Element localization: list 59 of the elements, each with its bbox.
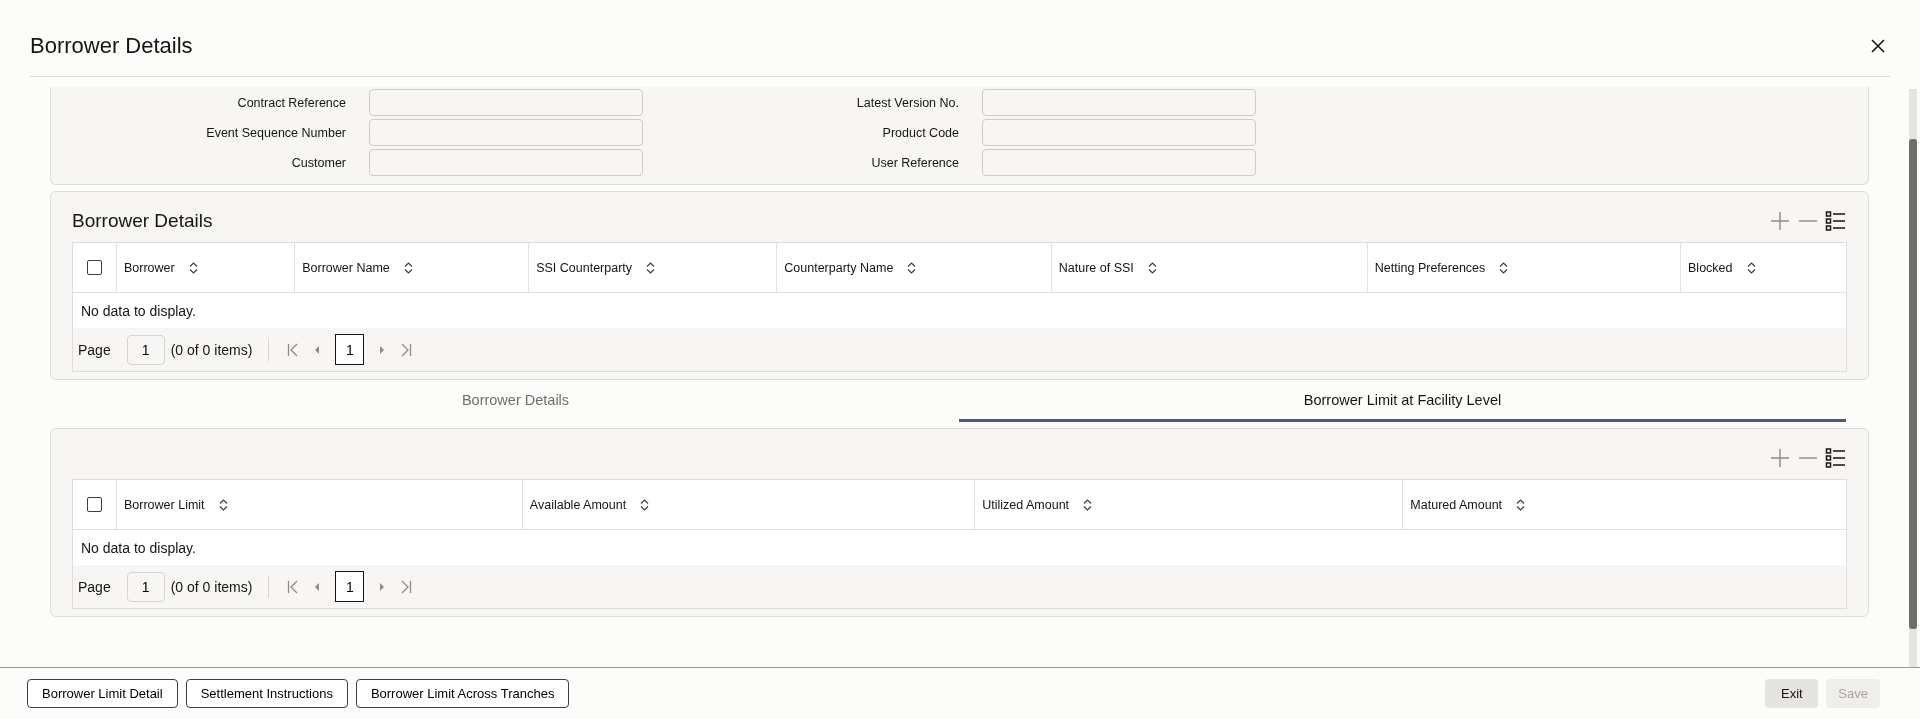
select-all-checkbox[interactable] (87, 497, 102, 512)
text-field[interactable] (369, 89, 643, 116)
column-header[interactable]: Utilized Amount (982, 497, 1070, 512)
text-field[interactable] (982, 89, 1256, 116)
sort-icon[interactable] (1516, 498, 1526, 511)
section-title: Borrower Details (72, 210, 213, 232)
column-header[interactable]: Borrower Limit (124, 497, 205, 512)
item-count: (0 of 0 items) (170, 578, 253, 595)
sort-icon[interactable] (403, 261, 413, 274)
action-button[interactable]: Borrower Limit Across Tranches (355, 679, 570, 708)
column-header[interactable]: Blocked (1688, 260, 1733, 275)
sort-icon[interactable] (1083, 498, 1093, 511)
sort-icon[interactable] (1746, 261, 1756, 274)
column-header[interactable]: Netting Preferences (1374, 260, 1486, 275)
tab[interactable]: Borrower Limit at Facility Level (959, 386, 1846, 422)
add-icon[interactable] (1769, 447, 1791, 469)
sort-icon[interactable] (907, 261, 917, 274)
page-label: Page (78, 578, 111, 595)
column-header[interactable]: SSI Counterparty (536, 260, 633, 275)
action-button[interactable]: Settlement Instructions (185, 679, 348, 708)
page-input[interactable]: 1 (126, 334, 165, 365)
field-label: Customer (290, 155, 346, 170)
sort-icon[interactable] (1147, 261, 1157, 274)
action-button[interactable]: Borrower Limit Detail (27, 679, 178, 708)
text-field[interactable] (369, 119, 643, 146)
add-icon[interactable] (1769, 210, 1791, 232)
list-icon[interactable] (1825, 210, 1847, 232)
item-count: (0 of 0 items) (170, 341, 253, 358)
sort-icon[interactable] (1499, 261, 1509, 274)
current-page-button[interactable]: 1 (335, 334, 365, 365)
field-label: Product Code (881, 125, 959, 140)
scrollbar[interactable] (1909, 89, 1917, 667)
field-label: User Reference (870, 155, 959, 170)
page-input[interactable]: 1 (126, 571, 165, 602)
column-header[interactable]: Borrower Name (302, 260, 390, 275)
current-page-button[interactable]: 1 (335, 571, 365, 602)
column-header[interactable]: Matured Amount (1410, 497, 1503, 512)
empty-message: No data to display. (81, 302, 196, 319)
text-field[interactable] (982, 119, 1256, 146)
column-header[interactable]: Available Amount (529, 497, 627, 512)
text-field[interactable] (982, 149, 1256, 176)
empty-message: No data to display. (81, 539, 196, 556)
dialog-title: Borrower Details (30, 33, 193, 59)
select-all-checkbox[interactable] (87, 260, 102, 275)
page-label: Page (78, 341, 111, 358)
sort-icon[interactable] (218, 498, 228, 511)
sort-icon[interactable] (646, 261, 656, 274)
text-field[interactable] (369, 149, 643, 176)
field-label: Contract Reference (236, 95, 346, 110)
list-icon[interactable] (1825, 447, 1847, 469)
exit-button[interactable]: Exit (1765, 679, 1819, 708)
tab[interactable]: Borrower Details (72, 386, 959, 422)
field-label: Latest Version No. (855, 95, 959, 110)
column-header[interactable]: Nature of SSI (1058, 260, 1134, 275)
sort-icon[interactable] (188, 261, 198, 274)
field-label: Event Sequence Number (205, 125, 346, 140)
sort-icon[interactable] (640, 498, 650, 511)
column-header[interactable]: Counterparty Name (784, 260, 894, 275)
column-header[interactable]: Borrower (124, 260, 175, 275)
